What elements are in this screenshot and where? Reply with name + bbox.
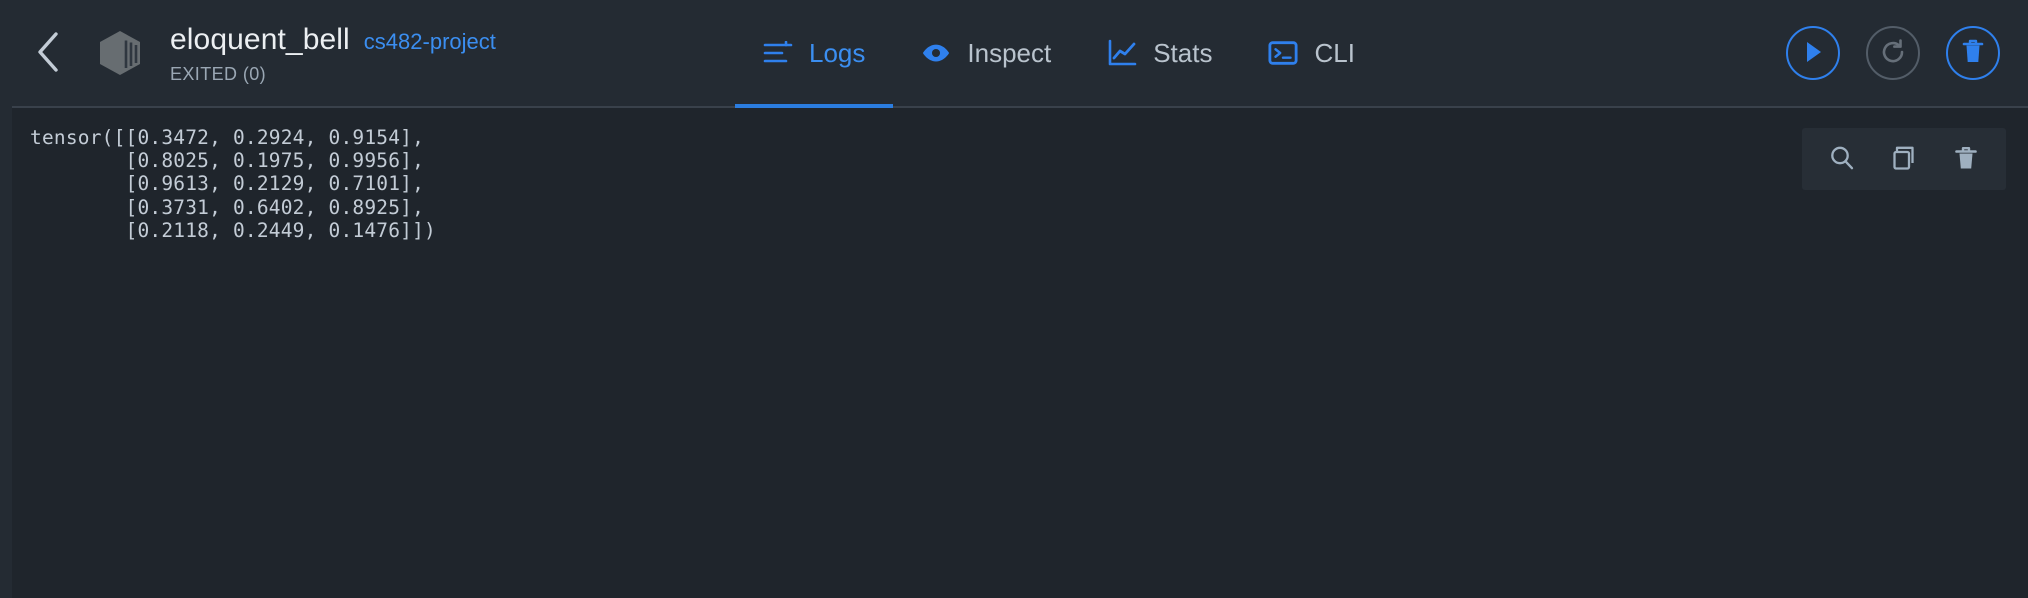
log-output: tensor([[0.3472, 0.2924, 0.9154], [0.802…: [30, 126, 436, 242]
delete-button[interactable]: [1946, 26, 2000, 80]
terminal-icon: [1268, 38, 1298, 68]
restart-icon: [1879, 38, 1907, 69]
container-identity: eloquent_bell cs482-project EXITED (0): [12, 0, 496, 106]
restart-button[interactable]: [1866, 26, 1920, 80]
start-button[interactable]: [1786, 26, 1840, 80]
tab-stats-label: Stats: [1153, 37, 1213, 68]
line-chart-icon: [1107, 38, 1137, 68]
tab-inspect-label: Inspect: [967, 37, 1052, 68]
tab-inspect[interactable]: Inspect: [893, 0, 1079, 106]
tab-stats[interactable]: Stats: [1079, 0, 1240, 106]
search-icon: [1828, 144, 1856, 175]
container-name: eloquent_bell: [170, 23, 350, 57]
app-inner: eloquent_bell cs482-project EXITED (0) L…: [12, 0, 2028, 598]
container-header: eloquent_bell cs482-project EXITED (0) L…: [12, 0, 2028, 108]
search-logs-button[interactable]: [1816, 133, 1868, 185]
logs-lines-icon: [763, 38, 793, 68]
trash-icon: [1961, 38, 1985, 69]
container-detail-app: eloquent_bell cs482-project EXITED (0) L…: [0, 0, 2028, 598]
copy-logs-button[interactable]: [1878, 133, 1930, 185]
tab-bar: Logs Inspect Stats CLI: [735, 0, 1383, 108]
eye-icon: [921, 38, 951, 68]
container-cube-icon: [92, 25, 148, 81]
status-badge: EXITED (0): [170, 63, 267, 84]
tab-logs[interactable]: Logs: [735, 0, 894, 108]
trash-icon: [1952, 144, 1980, 175]
container-title-row: eloquent_bell cs482-project: [170, 23, 496, 58]
copy-icon: [1890, 144, 1918, 175]
back-button[interactable]: [12, 0, 86, 106]
chevron-left-icon: [34, 30, 64, 77]
tab-cli[interactable]: CLI: [1240, 0, 1382, 106]
container-title-block: eloquent_bell cs482-project EXITED (0): [170, 21, 496, 85]
clear-logs-button[interactable]: [1940, 133, 1992, 185]
log-panel[interactable]: tensor([[0.3472, 0.2924, 0.9154], [0.802…: [12, 108, 2028, 598]
log-toolbar: [1802, 128, 2006, 190]
project-tag[interactable]: cs482-project: [364, 29, 496, 55]
container-actions: [1786, 0, 2000, 106]
tab-logs-label: Logs: [809, 37, 866, 68]
play-icon: [1801, 39, 1825, 68]
tab-cli-label: CLI: [1314, 37, 1355, 68]
